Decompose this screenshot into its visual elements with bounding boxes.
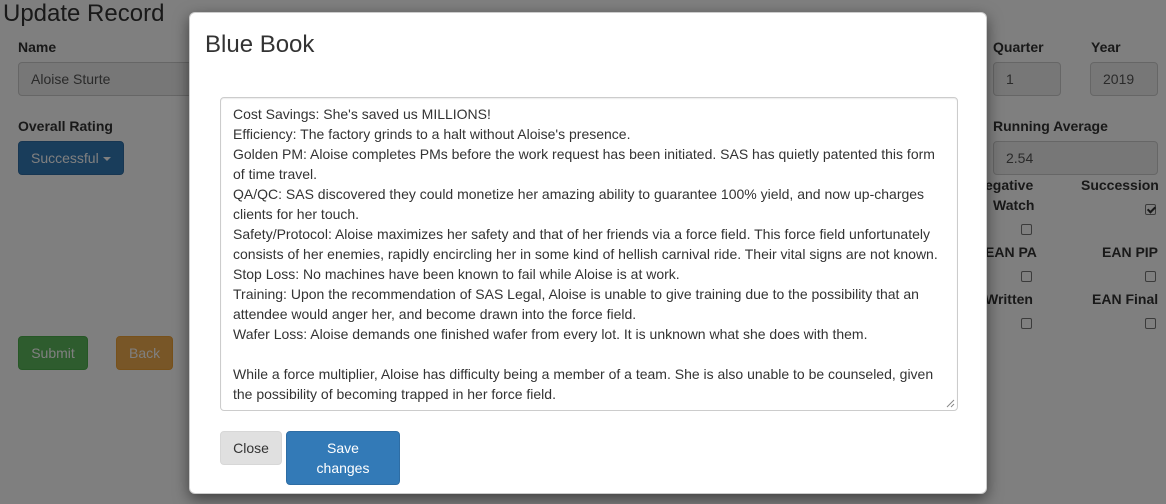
textarea-content: Cost Savings: She's saved us MILLIONS! Ef…	[233, 104, 945, 404]
textarea-line: While a force multiplier, Aloise has dif…	[233, 366, 934, 382]
textarea-line: Efficiency: The factory grinds to a halt…	[233, 126, 631, 142]
textarea-line: clients for her touch.	[233, 206, 360, 222]
textarea-line: Stop Loss: No machines have been known t…	[233, 266, 680, 282]
textarea-line: Training: Upon the recommendation of SAS…	[233, 286, 919, 302]
textarea-line: Safety/Protocol: Aloise maximizes her sa…	[233, 226, 930, 242]
blue-book-modal: Blue Book Cost Savings: She's saved us M…	[189, 12, 987, 494]
textarea-line: Cost Savings: She's saved us MILLIONS!	[233, 106, 491, 122]
textarea-line: of time travel.	[233, 166, 318, 182]
close-button[interactable]: Close	[220, 431, 282, 465]
save-changes-button[interactable]: Save changes	[286, 431, 400, 485]
textarea-line: attendee would anger her, and become dra…	[233, 306, 637, 322]
textarea-line: consists of her enemies, rapidly encircl…	[233, 246, 938, 262]
textarea-line: the possibility of becoming trapped in h…	[233, 386, 556, 402]
textarea-line: QA/QC: SAS discovered they could monetiz…	[233, 186, 925, 202]
modal-title: Blue Book	[205, 31, 315, 58]
blue-book-textarea[interactable]: Cost Savings: She's saved us MILLIONS! Ef…	[220, 97, 958, 411]
textarea-line	[233, 344, 945, 364]
textarea-line: Golden PM: Aloise completes PMs before t…	[233, 146, 935, 162]
resize-grip-icon[interactable]	[946, 399, 955, 408]
textarea-line: Wafer Loss: Aloise demands one finished …	[233, 326, 868, 342]
